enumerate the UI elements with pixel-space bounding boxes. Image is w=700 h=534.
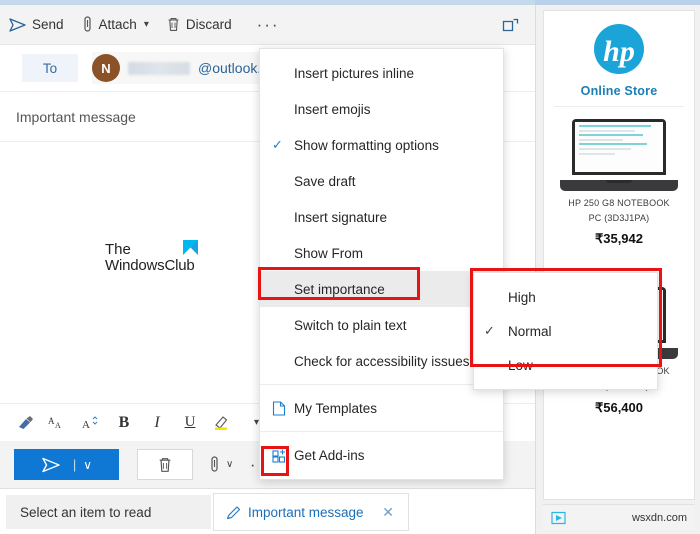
discard-button[interactable] xyxy=(137,449,193,480)
laptop-image xyxy=(560,119,678,191)
menu-item-show-from[interactable]: Show From xyxy=(260,235,503,271)
highlight-icon[interactable] xyxy=(208,409,238,437)
svg-text:hp: hp xyxy=(603,35,635,68)
menu-item-switch-to-plain-text[interactable]: Switch to plain text xyxy=(260,307,503,343)
menu-item-label: Switch to plain text xyxy=(294,317,407,333)
italic-button[interactable]: I xyxy=(142,409,172,437)
submenu-item-high[interactable]: High xyxy=(474,280,657,314)
submenu-item-label: High xyxy=(508,289,536,305)
send-toolbar-button[interactable]: Send xyxy=(0,9,73,41)
advertisement-panel: hp Online Store HP 250 G8 NOTEBOOK PC (3… xyxy=(535,5,700,534)
subject-text: Important message xyxy=(16,108,136,125)
site-watermark: wsxdn.com xyxy=(631,511,687,524)
pop-out-icon[interactable] xyxy=(502,18,519,38)
watermark: The WindowsClub xyxy=(105,240,198,274)
shrink-font-icon[interactable]: A xyxy=(76,409,106,437)
menu-item-label: Insert pictures inline xyxy=(294,65,415,81)
watermark-logo-icon xyxy=(183,240,198,255)
trash-icon xyxy=(159,457,171,472)
avatar: N xyxy=(92,54,120,82)
menu-item-label: Show From xyxy=(294,245,364,261)
submenu-item-low[interactable]: Low xyxy=(474,348,657,382)
send-arrow-icon xyxy=(9,17,26,32)
menu-item-label: Insert emojis xyxy=(294,101,371,117)
more-options-toolbar-button[interactable]: ··· xyxy=(247,10,290,40)
recipient-chip[interactable]: N @outlook.c xyxy=(92,52,275,84)
send-button[interactable]: | ∨ xyxy=(14,449,119,480)
to-label: To xyxy=(22,54,78,82)
send-dropdown-chevron-icon[interactable]: ∨ xyxy=(83,458,92,472)
hp-store-label: Online Store xyxy=(580,84,658,98)
compose-toolbar: Send Attach ▾ Discard ··· xyxy=(0,5,535,45)
menu-item-label: Get Add-ins xyxy=(294,447,365,463)
product-price: ₹35,942 xyxy=(594,231,644,247)
ad-product-1[interactable]: HP 250 G8 NOTEBOOK PC (3D3J1PA) ₹35,942 xyxy=(554,106,684,247)
attach-toolbar-label: Attach xyxy=(98,17,137,32)
attach-dropdown-chevron-icon[interactable]: ∨ xyxy=(226,459,233,470)
watermark-line1: The xyxy=(105,241,131,258)
menu-item-label: My Templates xyxy=(294,400,378,416)
attach-toolbar-button[interactable]: Attach ▾ xyxy=(73,9,158,41)
ad-card[interactable]: hp Online Store HP 250 G8 NOTEBOOK PC (3… xyxy=(543,10,695,500)
product-name-line2: PC (3D3J1PA) xyxy=(588,213,650,224)
checkmark-icon: ✓ xyxy=(272,137,283,152)
recipient-name-redacted xyxy=(128,61,190,75)
menu-item-insert-signature[interactable]: Insert signature xyxy=(260,199,503,235)
templates-icon xyxy=(272,400,294,416)
menu-item-check-accessibility[interactable]: Check for accessibility issues xyxy=(260,343,503,379)
underline-button[interactable]: U xyxy=(175,409,205,437)
outlook-compose-screenshot: Send Attach ▾ Discard ··· To N @outlook.… xyxy=(0,0,700,534)
send-toolbar-label: Send xyxy=(32,17,64,32)
close-icon[interactable]: ✕ xyxy=(382,504,394,521)
menu-item-show-formatting-options[interactable]: ✓ Show formatting options xyxy=(260,127,503,163)
watermark-line2: WindowsClub xyxy=(105,256,195,274)
svg-text:A: A xyxy=(82,419,90,430)
ad-choices-icon[interactable] xyxy=(551,511,567,525)
svg-text:A: A xyxy=(48,416,55,426)
chevron-down-icon: ▾ xyxy=(143,19,149,30)
discard-toolbar-label: Discard xyxy=(185,17,232,32)
product-price: ₹56,400 xyxy=(594,399,644,415)
menu-divider xyxy=(260,384,503,385)
grow-font-icon[interactable]: AA xyxy=(43,409,73,437)
more-options-context-menu: Insert pictures inline Insert emojis ✓ S… xyxy=(259,48,504,480)
menu-item-insert-emojis[interactable]: Insert emojis xyxy=(260,91,503,127)
svg-text:A: A xyxy=(55,421,61,430)
product-name-line1: HP 250 G8 NOTEBOOK xyxy=(568,198,670,208)
menu-item-insert-pictures-inline[interactable]: Insert pictures inline xyxy=(260,55,503,91)
hp-logo-icon: hp xyxy=(544,11,694,80)
reading-pane-placeholder: Select an item to read xyxy=(6,495,211,529)
discard-toolbar-button[interactable]: Discard xyxy=(158,9,241,41)
menu-item-label: Insert signature xyxy=(294,209,388,225)
bottom-bar: Select an item to read Important message… xyxy=(0,488,535,534)
checkmark-icon: ✓ xyxy=(484,323,495,338)
format-painter-icon[interactable] xyxy=(10,409,40,437)
set-importance-submenu: High ✓ Normal Low xyxy=(473,272,658,390)
draft-tab[interactable]: Important message ✕ xyxy=(213,493,409,531)
menu-item-label: Save draft xyxy=(294,173,356,189)
menu-item-label: Check for accessibility issues xyxy=(294,353,470,369)
recipient-email-domain: @outlook.c xyxy=(198,60,269,76)
trash-icon xyxy=(167,17,180,32)
bold-button[interactable]: B xyxy=(109,409,139,437)
submenu-item-normal[interactable]: ✓ Normal xyxy=(474,314,657,348)
menu-item-label: Show formatting options xyxy=(294,137,439,153)
menu-item-label: Set importance xyxy=(294,281,385,297)
menu-item-set-importance[interactable]: Set importance › xyxy=(260,271,503,307)
menu-item-save-draft[interactable]: Save draft xyxy=(260,163,503,199)
send-split-divider: | xyxy=(72,457,77,472)
pencil-icon xyxy=(226,505,241,519)
send-arrow-icon xyxy=(42,457,60,472)
addins-icon xyxy=(272,448,294,463)
ad-footer: wsxdn.com xyxy=(543,504,695,530)
submenu-item-label: Low xyxy=(508,357,533,373)
menu-item-my-templates[interactable]: My Templates xyxy=(260,390,503,426)
draft-tab-label: Important message xyxy=(248,504,364,520)
paperclip-icon xyxy=(82,16,93,33)
paperclip-icon xyxy=(211,456,218,472)
menu-divider xyxy=(260,431,503,432)
attach-button[interactable]: ∨ xyxy=(209,456,233,473)
submenu-item-label: Normal xyxy=(508,323,552,339)
menu-item-get-addins[interactable]: Get Add-ins xyxy=(260,437,503,473)
